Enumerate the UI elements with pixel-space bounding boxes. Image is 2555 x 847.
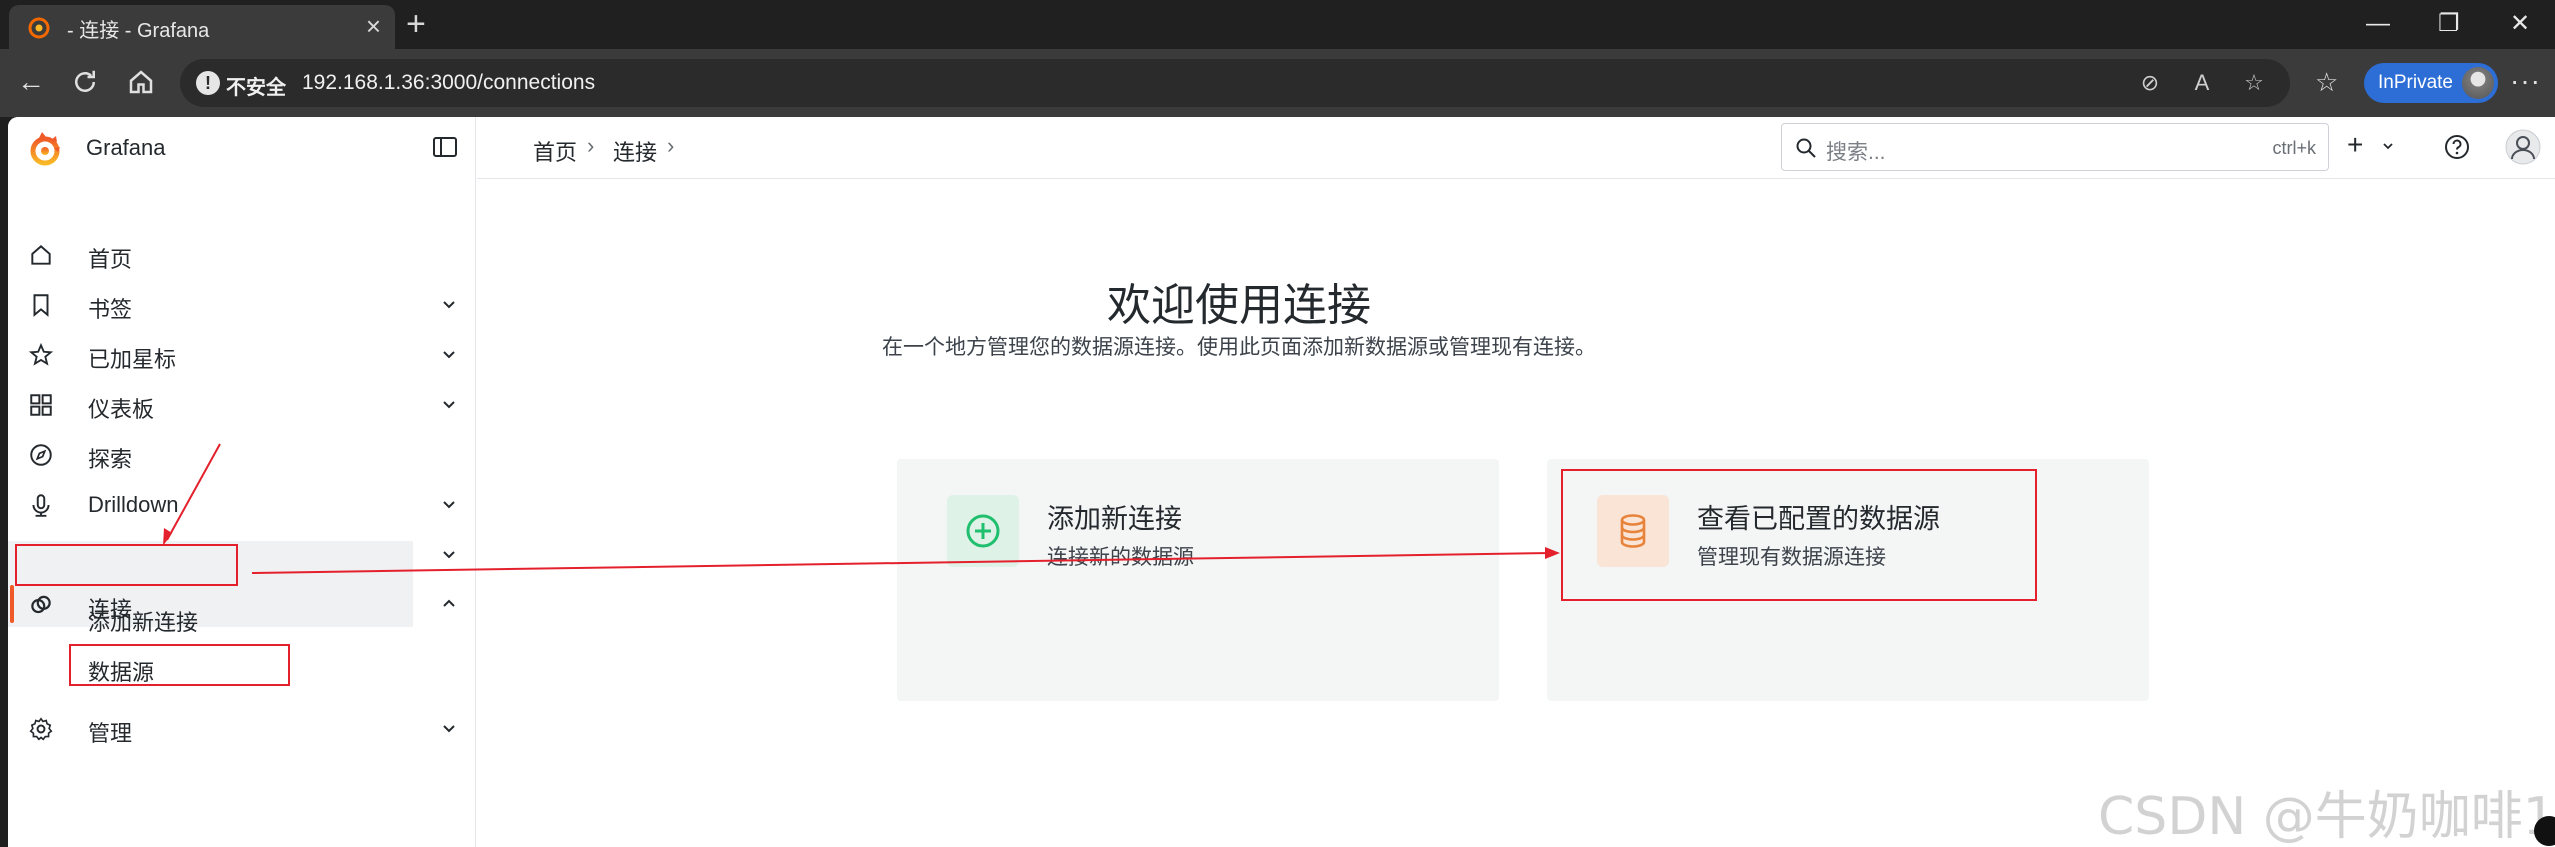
nav-item-starred[interactable]: 已加星标 — [8, 331, 468, 377]
card-icon-bg — [947, 495, 1019, 567]
nav-item-label: 仪表板 — [88, 397, 155, 422]
card-title: 添加新连接 — [1047, 504, 1182, 534]
minimize-icon[interactable]: — — [2366, 10, 2390, 38]
window-close-icon[interactable]: ✕ — [2510, 10, 2530, 38]
nav-item-dashboards[interactable]: 仪表板 — [8, 381, 468, 427]
chevron-down-icon[interactable] — [2381, 139, 2395, 153]
favorite-star-icon[interactable]: ☆ — [2240, 69, 2268, 97]
browser-tab-bar: - 连接 - Grafana × + — ❐ ✕ — [0, 0, 2555, 49]
connections-icon — [31, 595, 51, 614]
drilldown-icon — [32, 494, 50, 517]
chevron-down-icon[interactable] — [440, 545, 458, 563]
tracking-prevention-icon[interactable]: ⊘ — [2136, 69, 2164, 97]
brand-name[interactable]: Grafana — [86, 135, 166, 161]
nav-item-bookmarks[interactable]: 书签 — [8, 281, 468, 327]
card-description: 管理现有数据源连接 — [1697, 546, 1886, 569]
breadcrumb-connections[interactable]: 连接 — [613, 135, 657, 167]
compass-icon — [30, 444, 52, 466]
home-browser-icon[interactable] — [126, 67, 156, 97]
nav-item-home[interactable]: 首页 — [8, 231, 468, 277]
view-data-sources-card[interactable]: 查看已配置的数据源 管理现有数据源连接 — [1547, 459, 2149, 701]
breadcrumb-separator: › — [587, 133, 595, 158]
nav-item-label: Drilldown — [88, 492, 179, 517]
breadcrumb-separator: › — [667, 133, 675, 158]
address-bar[interactable]: ! 不安全 192.168.1.36:3000/connections ⊘ A … — [180, 59, 2290, 107]
sidebar: Grafana 首页 书签 已加星标 仪表板 探索 Drilldown 连接 添… — [8, 117, 476, 847]
add-new-button[interactable]: + — [2347, 131, 2363, 159]
star-icon — [28, 342, 54, 366]
inprivate-button[interactable]: InPrivate — [2364, 63, 2498, 103]
browser-toolbar: ← ! 不安全 192.168.1.36:3000/connections ⊘ … — [0, 49, 2555, 117]
inprivate-label: InPrivate — [2378, 72, 2453, 93]
page-subtitle: 在一个地方管理您的数据源连接。使用此页面添加新数据源或管理现有连接。 — [882, 336, 1596, 359]
user-avatar[interactable] — [2505, 129, 2541, 165]
card-title: 查看已配置的数据源 — [1697, 504, 1940, 534]
card-description: 连接新的数据源 — [1047, 546, 1194, 569]
nav-item-label: 管理 — [88, 721, 133, 746]
nav-item-drilldown[interactable]: Drilldown — [8, 481, 468, 527]
top-bar: 首页 › 连接 › 搜索... ctrl+k + — [477, 117, 2555, 179]
inprivate-avatar — [2462, 67, 2494, 99]
warning-icon[interactable]: ! — [196, 71, 220, 95]
restore-icon[interactable]: ❐ — [2438, 10, 2460, 38]
database-icon — [1620, 514, 1646, 548]
chevron-down-icon[interactable] — [440, 345, 458, 363]
nav-item-administration[interactable]: 管理 — [8, 705, 468, 751]
chevron-down-icon[interactable] — [440, 395, 458, 413]
search-icon — [1796, 138, 1816, 158]
active-highlight — [8, 581, 413, 627]
dock-menu-icon[interactable] — [432, 135, 458, 159]
plus-circle-icon — [966, 514, 1000, 548]
reload-icon[interactable] — [70, 67, 100, 97]
help-icon[interactable] — [2443, 133, 2471, 161]
tab-title: - 连接 - Grafana — [67, 20, 210, 42]
card-icon-bg — [1597, 495, 1669, 567]
sub-item-data-sources[interactable]: 数据源 — [88, 655, 154, 687]
grafana-logo-icon[interactable] — [26, 130, 64, 168]
nav-item-connections-row[interactable]: 连接 — [8, 581, 468, 627]
search-input[interactable]: 搜索... ctrl+k — [1781, 123, 2329, 171]
grafana-favicon-icon — [28, 17, 50, 39]
sub-item-add-connection[interactable]: 添加新连接 — [88, 605, 198, 637]
home-icon — [31, 245, 51, 265]
url-text[interactable]: 192.168.1.36:3000/connections — [302, 71, 595, 95]
security-label[interactable]: 不安全 — [226, 71, 286, 100]
chevron-down-icon[interactable] — [440, 295, 458, 313]
bookmark-icon — [33, 294, 49, 317]
search-placeholder: 搜索... — [1826, 141, 1886, 164]
main-content: 欢迎使用连接 在一个地方管理您的数据源连接。使用此页面添加新数据源或管理现有连接… — [477, 179, 2555, 847]
add-new-connection-card[interactable]: 添加新连接 连接新的数据源 — [897, 459, 1499, 701]
breadcrumb-home[interactable]: 首页 — [533, 135, 577, 167]
new-tab-button[interactable]: + — [406, 6, 426, 42]
read-aloud-icon[interactable]: A — [2188, 69, 2216, 97]
search-shortcut: ctrl+k — [2272, 138, 2316, 158]
page-title: 欢迎使用连接 — [1107, 281, 1371, 330]
dashboard-grid-icon — [30, 394, 52, 416]
chevron-up-icon[interactable] — [440, 595, 458, 613]
browser-tab[interactable]: - 连接 - Grafana × — [9, 5, 395, 49]
nav-item-label: 已加星标 — [88, 347, 177, 372]
gear-icon — [29, 717, 53, 741]
nav-item-explore[interactable]: 探索 — [8, 431, 468, 477]
nav-item-label: 书签 — [88, 297, 133, 322]
active-indicator-bar — [10, 585, 14, 623]
more-options-icon[interactable]: ··· — [2510, 65, 2541, 97]
chevron-down-icon[interactable] — [440, 495, 458, 513]
tab-close-icon[interactable]: × — [366, 12, 381, 40]
favorites-icon[interactable]: ☆ — [2315, 67, 2338, 98]
back-icon[interactable]: ← — [14, 65, 48, 99]
grafana-page: Grafana 首页 书签 已加星标 仪表板 探索 Drilldown 连接 添… — [8, 117, 2555, 847]
nav-item-label: 探索 — [88, 447, 133, 472]
chevron-down-icon[interactable] — [440, 719, 458, 737]
nav-item-label: 首页 — [88, 247, 133, 272]
